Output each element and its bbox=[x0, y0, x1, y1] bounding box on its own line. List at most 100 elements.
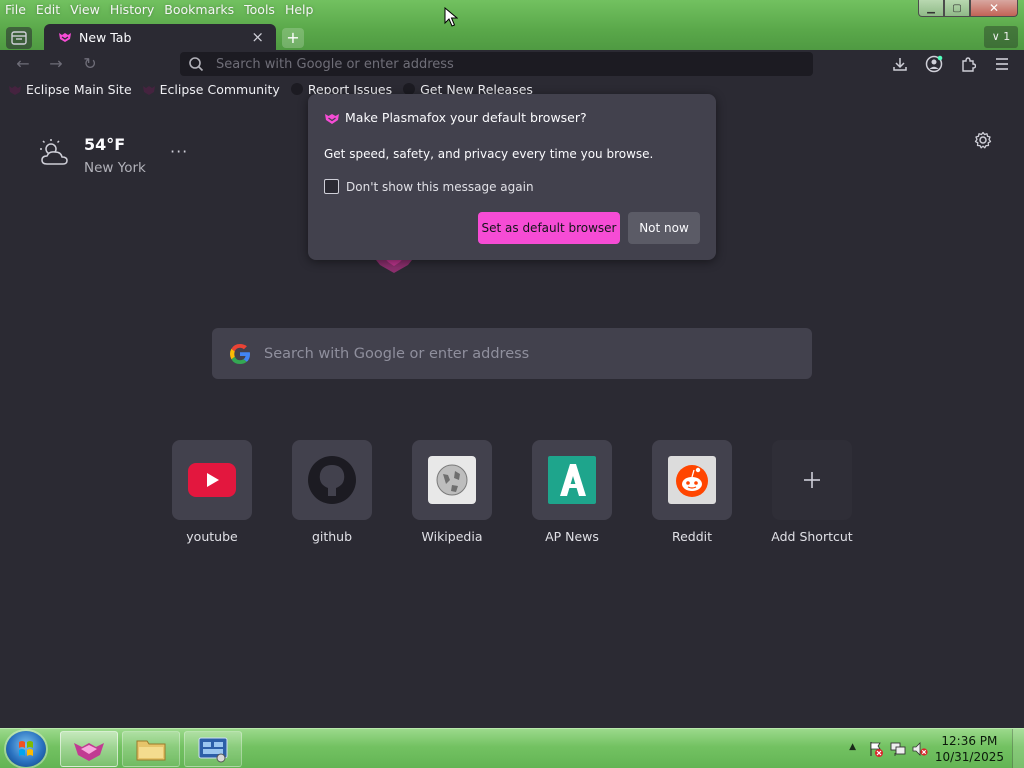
puzzle-icon bbox=[962, 57, 976, 72]
eclipse-icon bbox=[9, 86, 21, 95]
shortcut-tile[interactable] bbox=[652, 440, 732, 520]
close-window-button[interactable]: ✕ bbox=[970, 0, 1018, 17]
shortcut-add[interactable]: Add Shortcut bbox=[771, 440, 853, 544]
action-center-icon[interactable] bbox=[868, 741, 884, 757]
reload-icon[interactable]: ↻ bbox=[79, 54, 101, 74]
account-button[interactable] bbox=[923, 54, 945, 74]
eclipse-icon bbox=[142, 86, 155, 95]
shortcut-tile[interactable] bbox=[772, 440, 852, 520]
checkbox-box[interactable] bbox=[324, 179, 339, 194]
wikipedia-icon bbox=[428, 456, 476, 504]
control-panel-icon bbox=[198, 737, 228, 763]
shortcut-label: youtube bbox=[186, 529, 238, 544]
menu-view[interactable]: View bbox=[65, 0, 105, 20]
weather-more-icon[interactable]: ··· bbox=[170, 142, 188, 161]
gear-icon bbox=[974, 131, 992, 149]
search-icon bbox=[189, 57, 204, 72]
shortcut-wikipedia[interactable]: Wikipedia bbox=[412, 440, 492, 544]
shortcut-label: AP News bbox=[545, 529, 599, 544]
plasmafox-icon bbox=[74, 743, 104, 761]
volume-muted-icon[interactable] bbox=[912, 741, 928, 757]
bookmark-eclipse-main-site[interactable]: Eclipse Main Site bbox=[8, 82, 132, 97]
shortcut-tile[interactable] bbox=[412, 440, 492, 520]
forward-icon[interactable]: → bbox=[45, 54, 67, 74]
tab-list-icon bbox=[11, 31, 27, 45]
shortcut-label: Reddit bbox=[671, 529, 713, 544]
ap-news-icon bbox=[548, 456, 596, 504]
github-icon bbox=[308, 456, 356, 504]
menu-history[interactable]: History bbox=[105, 0, 159, 20]
shortcut-youtube[interactable]: youtube bbox=[172, 440, 252, 544]
partly-cloudy-icon bbox=[40, 139, 68, 165]
taskbar: ▲ 12:36 PM 10/31/2025 bbox=[0, 728, 1024, 768]
tab-title: New Tab bbox=[79, 29, 132, 45]
list-all-tabs-button[interactable]: ∨ 1 bbox=[984, 26, 1018, 48]
plus-icon bbox=[804, 472, 820, 488]
dialog-title: Make Plasmafox your default browser? bbox=[345, 110, 587, 125]
plasmafox-icon bbox=[59, 33, 71, 42]
extensions-button[interactable] bbox=[957, 54, 979, 74]
start-button[interactable] bbox=[6, 731, 46, 767]
taskbar-plasmafox[interactable] bbox=[60, 731, 118, 767]
minimize-button[interactable]: ▁ bbox=[918, 0, 944, 17]
shortcut-github[interactable]: github bbox=[292, 440, 372, 544]
window-controls: ▁ ▢ ✕ bbox=[918, 0, 1018, 17]
app-menu-button[interactable] bbox=[991, 54, 1013, 74]
back-icon[interactable]: ← bbox=[12, 54, 34, 74]
show-hidden-icons-icon[interactable]: ▲ bbox=[849, 742, 856, 752]
clock[interactable]: 12:36 PM 10/31/2025 bbox=[935, 733, 1004, 765]
dialog-header: Make Plasmafox your default browser? bbox=[324, 110, 587, 125]
search-box[interactable] bbox=[212, 328, 812, 379]
download-icon bbox=[893, 58, 907, 71]
clock-date: 10/31/2025 bbox=[934, 750, 1004, 764]
tab-strip: New Tab × + ∨ 1 bbox=[0, 24, 1024, 50]
weather-widget[interactable]: 54°F New York bbox=[38, 135, 146, 176]
youtube-icon bbox=[188, 463, 236, 497]
show-desktop-button[interactable] bbox=[1012, 729, 1024, 768]
shortcut-tile[interactable] bbox=[532, 440, 612, 520]
tab-close-icon[interactable]: × bbox=[251, 28, 264, 46]
menu-bookmarks[interactable]: Bookmarks bbox=[159, 0, 239, 20]
weather-city: New York bbox=[84, 160, 146, 176]
shortcut-reddit[interactable]: Reddit bbox=[652, 440, 732, 544]
taskbar-control-panel[interactable] bbox=[184, 731, 242, 767]
bookmark-label: Eclipse Main Site bbox=[26, 81, 132, 97]
shortcut-label: github bbox=[311, 529, 353, 544]
menu-edit[interactable]: Edit bbox=[31, 0, 65, 20]
maximize-button[interactable]: ▢ bbox=[944, 0, 970, 17]
mouse-cursor-icon bbox=[444, 7, 458, 27]
shortcut-tile[interactable] bbox=[172, 440, 252, 520]
bookmark-label: Eclipse Community bbox=[159, 81, 280, 97]
menu-file[interactable]: File bbox=[0, 0, 31, 20]
hamburger-menu-icon bbox=[996, 58, 1008, 70]
folder-icon bbox=[136, 740, 166, 761]
dialog-description: Get speed, safety, and privacy every tim… bbox=[324, 147, 654, 161]
dont-show-again-checkbox[interactable]: Don't show this message again bbox=[324, 179, 534, 194]
tab-new-tab[interactable]: New Tab × bbox=[44, 24, 276, 50]
firefox-view-button[interactable] bbox=[6, 27, 32, 49]
personalize-button[interactable] bbox=[974, 131, 992, 152]
menu-bar: File Edit View History Bookmarks Tools H… bbox=[0, 0, 318, 20]
downloads-button[interactable] bbox=[889, 54, 911, 74]
network-icon[interactable] bbox=[890, 741, 906, 757]
bookmark-eclipse-community[interactable]: Eclipse Community bbox=[142, 82, 280, 97]
plasmafox-icon bbox=[325, 113, 339, 124]
search-input[interactable] bbox=[264, 342, 794, 366]
shortcut-tile[interactable] bbox=[292, 440, 372, 520]
windows-logo-icon bbox=[19, 741, 33, 756]
url-input[interactable] bbox=[216, 54, 796, 74]
menu-help[interactable]: Help bbox=[280, 0, 319, 20]
url-bar[interactable] bbox=[180, 52, 813, 76]
github-icon bbox=[290, 83, 303, 95]
navigation-toolbar: ← → ↻ bbox=[0, 50, 1024, 78]
menu-tools[interactable]: Tools bbox=[239, 0, 280, 20]
set-default-browser-button[interactable]: Set as default browser bbox=[478, 212, 620, 244]
system-tray: ▲ 12:36 PM 10/31/2025 bbox=[824, 729, 1024, 768]
not-now-button[interactable]: Not now bbox=[628, 212, 700, 244]
account-icon bbox=[925, 55, 943, 73]
shortcut-ap-news[interactable]: AP News bbox=[532, 440, 612, 544]
new-tab-button[interactable]: + bbox=[282, 28, 304, 48]
reddit-icon bbox=[668, 456, 716, 504]
checkbox-label: Don't show this message again bbox=[346, 179, 534, 194]
taskbar-file-explorer[interactable] bbox=[122, 731, 180, 767]
